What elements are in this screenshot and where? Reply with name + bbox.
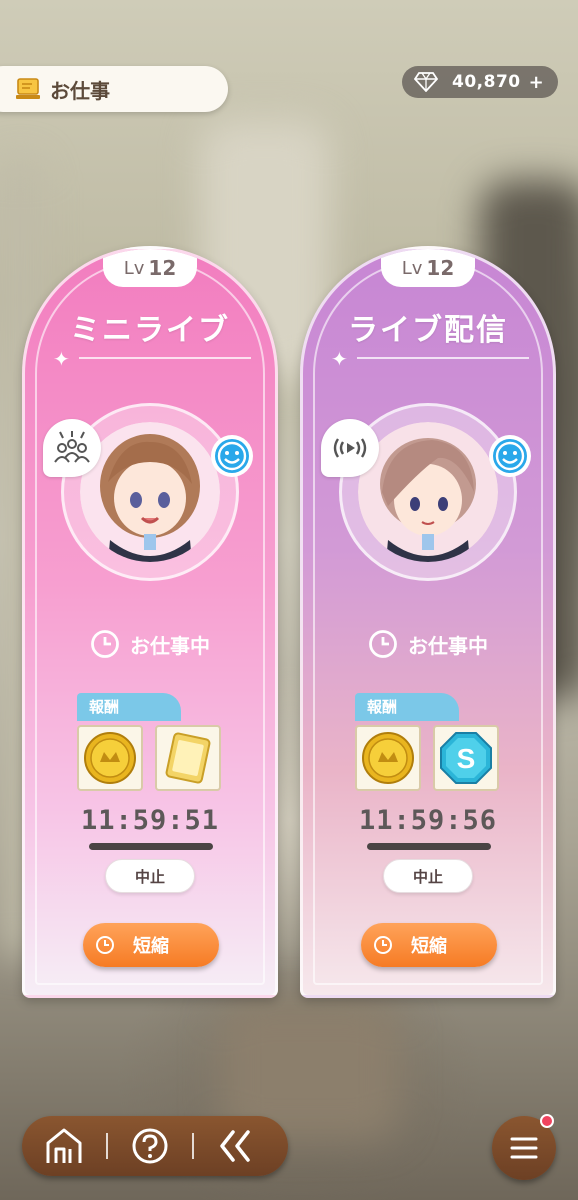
job-status: お仕事中 (303, 629, 553, 659)
shorten-label: 短縮 (411, 936, 447, 957)
currency-amount: 40,870 (452, 72, 521, 92)
page-title: お仕事 (50, 78, 110, 103)
smile-icon (493, 439, 527, 473)
help-button[interactable] (108, 1116, 192, 1176)
job-title: ライブ配信 (348, 313, 508, 348)
job-timer: 11:59:56 (358, 805, 498, 836)
level-tab: Lv 12 (381, 249, 475, 287)
shorten-time-button[interactable]: 短縮 (83, 923, 219, 967)
reward-item-ticket[interactable] (155, 725, 221, 791)
job-status: お仕事中 (25, 629, 275, 659)
help-icon (132, 1128, 168, 1164)
status-label: お仕事中 (130, 633, 210, 658)
job-title: ミニライブ (70, 313, 230, 348)
home-icon (46, 1128, 82, 1163)
back-button[interactable] (194, 1116, 278, 1176)
shorten-label: 短縮 (133, 936, 169, 957)
sparkle-icon: ✦ (53, 347, 70, 371)
notification-badge (540, 1114, 554, 1128)
reward-item-skill-crystal[interactable]: S (433, 725, 499, 791)
reward-item-coin[interactable] (355, 725, 421, 791)
job-type-bubble (43, 419, 101, 477)
job-progress-bar (89, 843, 213, 850)
character-portrait (80, 422, 220, 562)
clock-icon (96, 936, 114, 954)
reward-label: 報酬 (77, 693, 181, 721)
gold-coin-icon (362, 732, 414, 784)
screen-title-pill: お仕事 (0, 66, 228, 112)
level-value: 12 (148, 256, 177, 280)
skill-s-icon: S (440, 732, 492, 784)
title-divider: ✦ (49, 347, 251, 371)
mood-indicator (489, 435, 531, 477)
gold-card-icon (165, 732, 211, 784)
add-currency-button[interactable]: + (529, 72, 544, 93)
character-portrait (358, 422, 498, 562)
level-prefix: Lv (123, 257, 145, 279)
clock-icon (374, 936, 392, 954)
smile-icon (215, 439, 249, 473)
bottom-nav-bar (22, 1116, 288, 1176)
status-label: お仕事中 (408, 633, 488, 658)
mood-indicator (211, 435, 253, 477)
sparkle-icon: ✦ (331, 347, 348, 371)
job-card-mini-live[interactable]: Lv 12 ミニライブ ✦ お仕事中 報酬 11:59:51 中止 短縮 (22, 246, 278, 998)
level-tab: Lv 12 (103, 249, 197, 287)
stop-job-button[interactable]: 中止 (383, 859, 473, 893)
reward-item-coin[interactable] (77, 725, 143, 791)
menu-icon (510, 1137, 538, 1159)
currency-display[interactable]: 40,870 + (402, 66, 558, 98)
reward-label: 報酬 (355, 693, 459, 721)
audience-icon (54, 431, 90, 463)
job-progress-bar (367, 843, 491, 850)
stop-job-button[interactable]: 中止 (105, 859, 195, 893)
svg-text:S: S (457, 743, 476, 774)
broadcast-icon (333, 438, 367, 458)
level-value: 12 (426, 256, 455, 280)
level-prefix: Lv (401, 257, 423, 279)
back-icon (220, 1130, 250, 1162)
clock-icon (369, 630, 397, 658)
clock-icon (91, 630, 119, 658)
job-card-live-stream[interactable]: Lv 12 ライブ配信 ✦ お仕事中 報酬 S 11:59:56 中止 短縮 (300, 246, 556, 998)
job-timer: 11:59:51 (80, 805, 220, 836)
diamond-icon (414, 72, 438, 92)
home-button[interactable] (22, 1116, 106, 1176)
gold-coin-icon (84, 732, 136, 784)
title-divider: ✦ (327, 347, 529, 371)
job-type-bubble (321, 419, 379, 477)
shorten-time-button[interactable]: 短縮 (361, 923, 497, 967)
job-board-icon (16, 78, 40, 99)
